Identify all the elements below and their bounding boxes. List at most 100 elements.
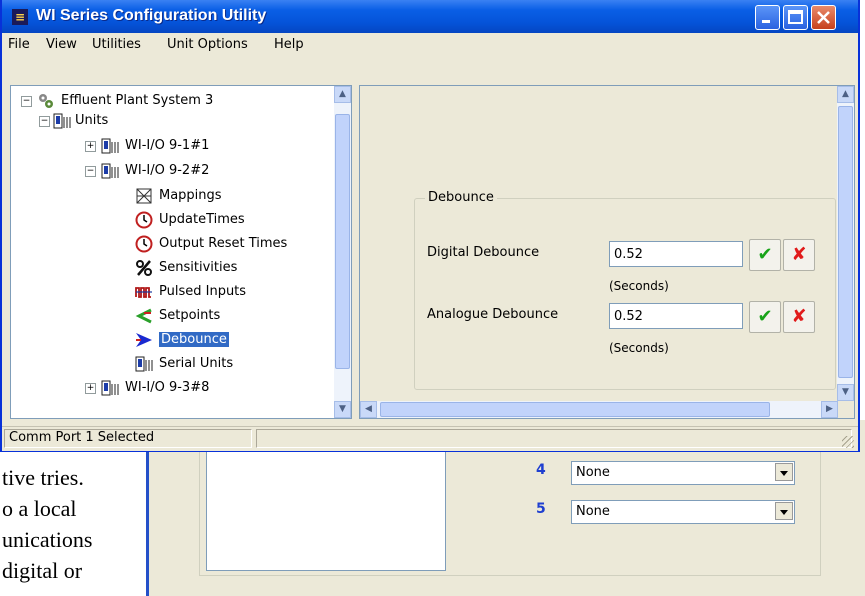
status-panel bbox=[256, 429, 852, 448]
expand-icon[interactable]: + bbox=[85, 141, 96, 152]
scroll-thumb[interactable] bbox=[335, 114, 350, 369]
close-icon bbox=[817, 11, 830, 24]
pane-vertical-scrollbar[interactable]: ▲ ▼ bbox=[837, 86, 854, 401]
collapse-icon[interactable]: − bbox=[39, 116, 50, 127]
pulse-icon bbox=[135, 287, 152, 298]
mappings-icon bbox=[136, 188, 152, 204]
unit-device-icon bbox=[135, 356, 153, 372]
tree-node-label: Sensitivities bbox=[159, 260, 238, 275]
tree-node-serial-units[interactable]: Serial Units bbox=[135, 354, 335, 374]
chevron-down-icon[interactable] bbox=[775, 502, 793, 520]
tree-node-unit-9-3[interactable]: + WI-I/O 9-3#8 bbox=[85, 378, 325, 398]
tree-node-update-times[interactable]: UpdateTimes bbox=[135, 210, 335, 230]
row-number: 5 bbox=[536, 501, 546, 517]
menu-unit-options[interactable]: Unit Options bbox=[167, 37, 248, 52]
collapse-icon[interactable]: − bbox=[21, 96, 32, 107]
tree-node-system[interactable]: − Effluent Plant System 3 bbox=[21, 91, 321, 111]
digital-units-label: (Seconds) bbox=[609, 279, 669, 293]
combo-value: None bbox=[576, 504, 610, 519]
x-icon: ✘ bbox=[791, 244, 807, 265]
unit-tree[interactable]: − Effluent Plant System 3 − Units + WI-I… bbox=[10, 85, 352, 419]
status-bar: Comm Port 1 Selected bbox=[2, 426, 858, 451]
check-icon: ✔ bbox=[757, 244, 773, 265]
clock-icon bbox=[135, 211, 153, 229]
tree-node-unit-9-1[interactable]: + WI-I/O 9-1#1 bbox=[85, 136, 325, 156]
pane-horizontal-scrollbar[interactable]: ◀ ▶ bbox=[360, 401, 838, 418]
unit-device-icon bbox=[101, 138, 119, 154]
tree-vertical-scrollbar[interactable]: ▲ ▼ bbox=[334, 86, 351, 418]
setpoint-arrow-icon bbox=[135, 308, 152, 324]
digital-reject-button[interactable]: ✘ bbox=[783, 239, 815, 271]
tree-node-label: Debounce bbox=[158, 331, 230, 348]
analogue-accept-button[interactable]: ✔ bbox=[749, 301, 781, 333]
title-bar[interactable]: ≡ WI Series Configuration Utility bbox=[2, 0, 858, 33]
scroll-down-button[interactable]: ▼ bbox=[334, 401, 351, 418]
debounce-group: Debounce Digital Debounce 0.52 ✔ ✘ (Seco… bbox=[414, 190, 836, 390]
tree-node-label: UpdateTimes bbox=[159, 212, 245, 227]
scroll-thumb[interactable] bbox=[380, 402, 770, 417]
close-button[interactable] bbox=[811, 5, 836, 30]
tree-node-mappings[interactable]: Mappings bbox=[135, 186, 335, 206]
tree-node-units[interactable]: − Units bbox=[39, 111, 319, 131]
unit-device-icon bbox=[101, 380, 119, 396]
tree-node-setpoints[interactable]: Setpoints bbox=[135, 306, 335, 326]
document-line: o a local bbox=[2, 496, 77, 521]
document-line: unications bbox=[2, 527, 93, 552]
main-window: ≡ WI Series Configuration Utility File V… bbox=[0, 0, 860, 452]
tree-node-unit-9-2[interactable]: − WI-I/O 9-2#2 bbox=[85, 161, 325, 181]
check-icon: ✔ bbox=[757, 306, 773, 327]
channel-4-combo[interactable]: None bbox=[571, 461, 795, 485]
tree-node-debounce[interactable]: Debounce bbox=[135, 330, 335, 350]
document-line: digital or bbox=[2, 558, 83, 583]
debounce-arrow-icon bbox=[136, 333, 152, 347]
chevron-down-icon[interactable] bbox=[775, 463, 793, 481]
minimize-icon bbox=[762, 20, 770, 23]
config-pane: Debounce Digital Debounce 0.52 ✔ ✘ (Seco… bbox=[359, 85, 855, 419]
row-number: 4 bbox=[536, 462, 546, 478]
menu-view[interactable]: View bbox=[46, 37, 77, 52]
status-text: Comm Port 1 Selected bbox=[4, 429, 252, 448]
analogue-units-label: (Seconds) bbox=[609, 341, 669, 355]
scroll-up-button[interactable]: ▲ bbox=[334, 86, 351, 103]
menu-utilities[interactable]: Utilities bbox=[92, 37, 141, 52]
percent-icon bbox=[136, 260, 152, 276]
tree-node-label: WI-I/O 9-2#2 bbox=[125, 163, 210, 178]
digital-debounce-input[interactable]: 0.52 bbox=[609, 241, 743, 267]
analogue-debounce-input[interactable]: 0.52 bbox=[609, 303, 743, 329]
tree-node-label: Mappings bbox=[159, 188, 222, 203]
scroll-up-button[interactable]: ▲ bbox=[837, 86, 854, 103]
maximize-button[interactable] bbox=[783, 5, 808, 30]
tree-node-sensitivities[interactable]: Sensitivities bbox=[135, 258, 335, 278]
window-title: WI Series Configuration Utility bbox=[36, 7, 267, 24]
combo-value: None bbox=[576, 465, 610, 480]
menu-file[interactable]: File bbox=[8, 37, 30, 52]
scroll-right-button[interactable]: ▶ bbox=[821, 401, 838, 418]
unit-device-icon bbox=[53, 113, 71, 129]
menu-help[interactable]: Help bbox=[274, 37, 304, 52]
tree-node-pulsed-inputs[interactable]: Pulsed Inputs bbox=[135, 282, 335, 302]
menu-bar: File View Utilities Unit Options Help bbox=[2, 33, 858, 55]
scroll-down-button[interactable]: ▼ bbox=[837, 384, 854, 401]
digital-debounce-label: Digital Debounce bbox=[427, 245, 540, 260]
maximize-icon bbox=[788, 10, 803, 24]
collapse-icon[interactable]: − bbox=[85, 166, 96, 177]
tree-node-output-reset-times[interactable]: Output Reset Times bbox=[135, 234, 335, 254]
expand-icon[interactable]: + bbox=[85, 383, 96, 394]
tree-node-label: WI-I/O 9-1#1 bbox=[125, 138, 210, 153]
analogue-reject-button[interactable]: ✘ bbox=[783, 301, 815, 333]
clock-icon bbox=[135, 235, 153, 253]
minimize-button[interactable] bbox=[755, 5, 780, 30]
app-icon[interactable]: ≡ bbox=[12, 9, 28, 25]
tree-node-label: Serial Units bbox=[159, 356, 234, 371]
x-icon: ✘ bbox=[791, 306, 807, 327]
unit-device-icon bbox=[101, 163, 119, 179]
tree-node-label: WI-I/O 9-3#8 bbox=[125, 380, 210, 395]
scroll-left-button[interactable]: ◀ bbox=[360, 401, 377, 418]
digital-accept-button[interactable]: ✔ bbox=[749, 239, 781, 271]
tree-node-label: Setpoints bbox=[159, 308, 221, 323]
channel-5-combo[interactable]: None bbox=[571, 500, 795, 524]
resize-grip-icon[interactable] bbox=[842, 436, 854, 448]
tree-node-label: Effluent Plant System 3 bbox=[61, 93, 214, 108]
tree-node-label: Pulsed Inputs bbox=[159, 284, 247, 299]
scroll-thumb[interactable] bbox=[838, 106, 853, 378]
